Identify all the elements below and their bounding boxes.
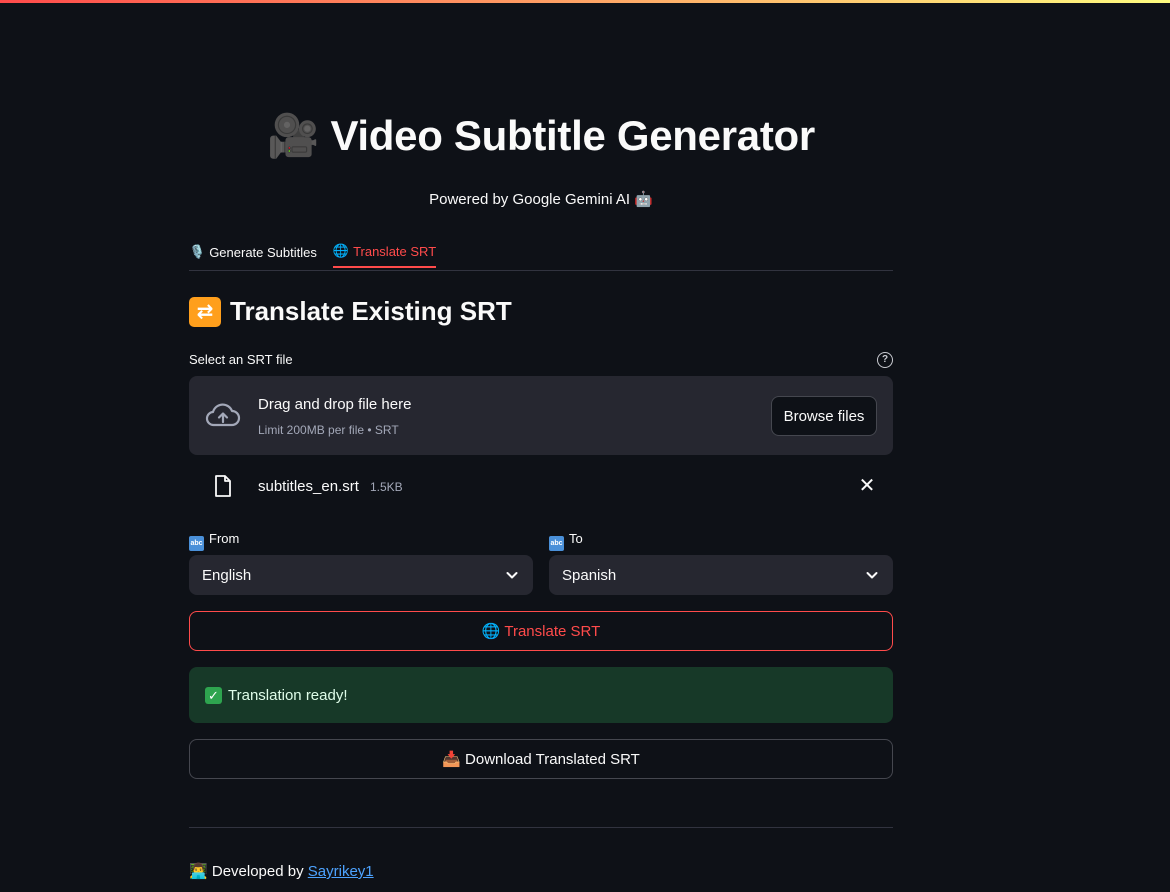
page-subtitle: Powered by Google Gemini AI 🤖 [429, 191, 653, 208]
to-language-select[interactable]: Spanish [549, 555, 893, 595]
developer-link[interactable]: Sayrikey1 [308, 863, 374, 880]
success-alert: ✓ Translation ready! [189, 667, 893, 723]
footer: 👨‍💻 Developed by Sayrikey1 [189, 862, 374, 880]
uploader-label: Select an SRT file [189, 352, 293, 367]
download-button-label: Download Translated SRT [465, 751, 640, 768]
dropzone-limit: Limit 200MB per file • SRT [258, 423, 399, 437]
globe-icon: 🌐 [332, 243, 350, 258]
abc-icon: abc [549, 536, 564, 551]
section-heading: ⇄ Translate Existing SRT [189, 296, 512, 327]
divider [189, 827, 893, 828]
microphone-icon: 🎙️ [189, 244, 206, 259]
from-language-select[interactable]: English [189, 555, 533, 595]
from-label: abc From [189, 531, 239, 551]
from-label-text: From [209, 531, 240, 546]
section-heading-text: Translate Existing SRT [230, 296, 512, 326]
globe-icon: 🌐 [481, 623, 501, 640]
repeat-icon: ⇄ [189, 296, 221, 327]
tab-bar: 🎙️ Generate Subtitles 🌐 Translate SRT [189, 236, 893, 271]
browse-files-button[interactable]: Browse files [771, 396, 877, 436]
translate-button-label: Translate SRT [504, 623, 601, 640]
download-translated-srt-button[interactable]: 📥 Download Translated SRT [189, 739, 893, 779]
check-mark-icon: ✓ [205, 686, 222, 704]
remove-file-close-icon[interactable]: ✕ [857, 476, 877, 496]
to-label-text: To [569, 531, 583, 546]
from-language-value: English [202, 566, 252, 584]
help-icon[interactable]: ? [877, 352, 893, 368]
cloud-upload-icon [205, 400, 241, 435]
dropzone-instructions: Drag and drop file here [258, 396, 412, 413]
inbox-tray-icon: 📥 [442, 751, 461, 768]
file-dropzone[interactable]: Drag and drop file here Limit 200MB per … [189, 376, 893, 455]
video-camera-icon: 🎥 [267, 112, 320, 159]
translate-srt-button[interactable]: 🌐 Translate SRT [189, 611, 893, 651]
to-language-value: Spanish [562, 566, 617, 584]
uploaded-file-name: subtitles_en.srt [258, 478, 359, 495]
success-message: Translation ready! [228, 686, 348, 704]
developer-icon: 👨‍💻 [189, 863, 208, 880]
chevron-down-icon [865, 568, 879, 586]
tab-generate-subtitles[interactable]: 🎙️ Generate Subtitles [189, 236, 317, 268]
page-title-text: Video Subtitle Generator [330, 112, 815, 159]
abc-icon: abc [189, 536, 204, 551]
to-label: abc To [549, 531, 583, 551]
tab-translate-srt[interactable]: 🌐 Translate SRT [332, 236, 437, 268]
top-decoration-bar [0, 0, 1170, 3]
footer-prefix: Developed by [211, 863, 304, 880]
page-title: 🎥 Video Subtitle Generator [189, 112, 893, 161]
file-icon [213, 474, 233, 503]
tab-label: Translate SRT [353, 243, 437, 259]
uploaded-file-row: subtitles_en.srt 1.5KB ✕ [189, 466, 893, 506]
uploaded-file-size: 1.5KB [370, 480, 403, 494]
tab-label: Generate Subtitles [209, 244, 317, 260]
chevron-down-icon [505, 568, 519, 586]
